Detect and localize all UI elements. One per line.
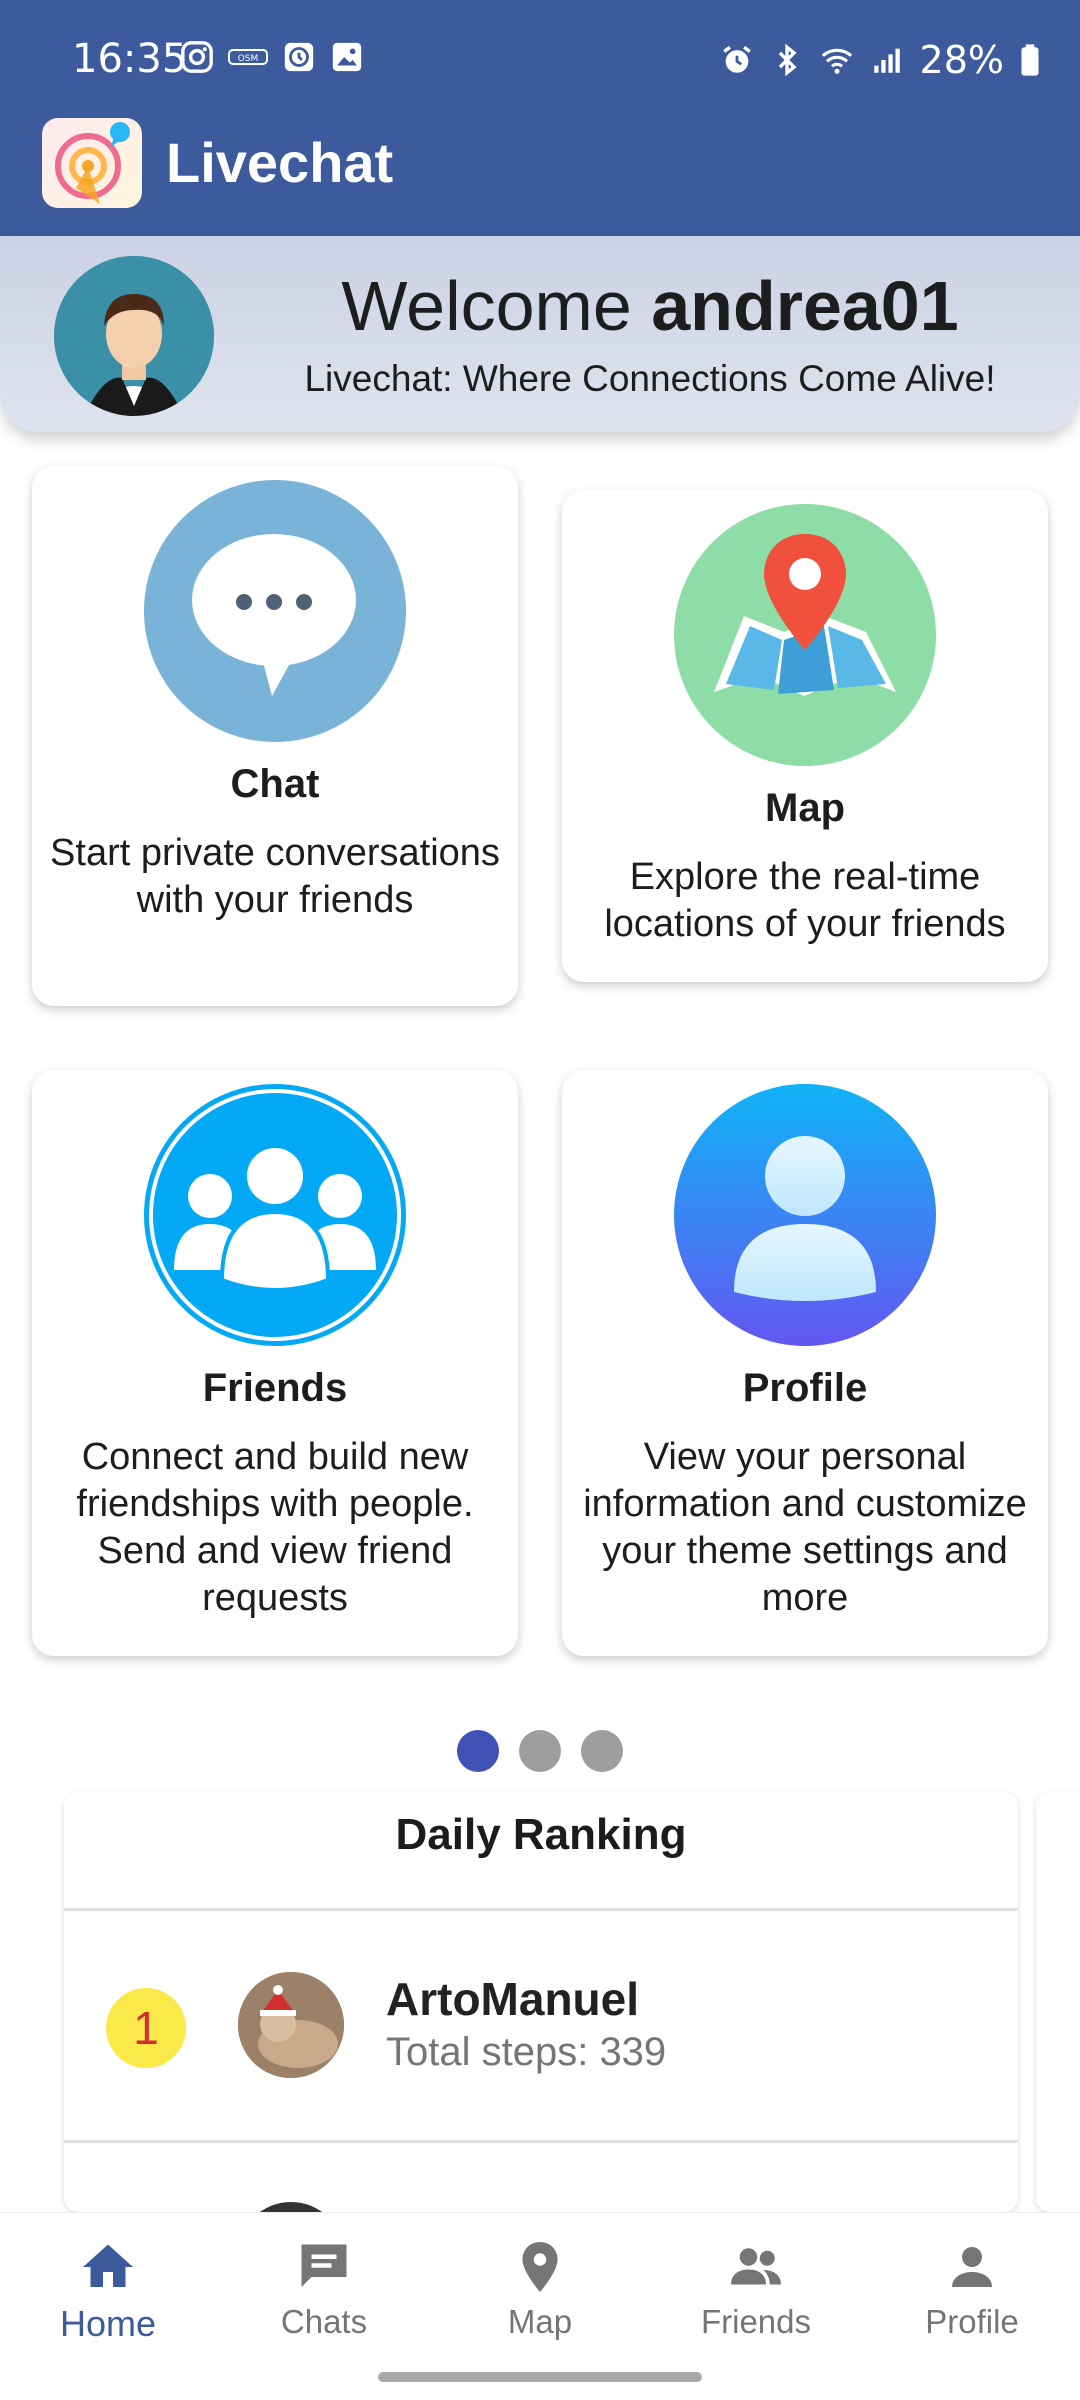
card-friends-description: Connect and build new friendships with p… [76,1436,474,1619]
map-icon [522,2242,558,2292]
map-pin-icon [674,504,936,766]
wifi-icon [821,48,852,74]
status-left-icons: OSM [180,40,364,74]
ranking-user-steps: Total steps: 339 [386,2030,667,2074]
card-map-description: Explore the real-time locations of your … [604,856,1006,945]
welcome-banner: Welcome andrea01 Livechat: Where Connect… [0,236,1080,432]
nav-map-label: Map [507,2303,573,2340]
chat-bubble-icon [144,480,406,742]
nav-home[interactable]: Home [0,2237,216,2345]
bluetooth-icon [778,43,797,77]
divider [64,2140,1018,2143]
friends-group-icon [144,1084,406,1346]
card-chat[interactable]: Chat Start private conversations with yo… [32,466,518,1006]
instagram-icon [181,41,213,73]
card-map-title: Map [765,786,845,830]
gesture-home-indicator[interactable] [378,2372,702,2382]
osm-icon: OSM [228,49,268,65]
card-chat-title: Chat [230,762,320,806]
app-bar: Livechat [0,118,1080,236]
status-time: 16:35 [72,36,188,82]
card-profile-description: View your personal information and custo… [583,1436,1027,1619]
signal-icon [873,48,900,73]
welcome-username: andrea01 [651,267,959,345]
nav-chats[interactable]: Chats [216,2237,432,2341]
card-friends[interactable]: Friends Connect and build new friendship… [32,1070,518,1656]
status-bar: 16:35 OSM 28% [0,0,1080,118]
divider [64,1908,1018,1911]
ranking-user-name: ArtoManuel [386,1973,639,2025]
chats-icon [301,2244,347,2287]
nav-profile[interactable]: Profile [864,2237,1080,2341]
rank-badge: 1 [106,1988,186,2068]
ranking-title: Daily Ranking [395,1810,687,1859]
livechat-logo-icon [42,118,142,208]
nav-friends[interactable]: Friends [648,2237,864,2341]
profile-icon [952,2247,992,2287]
nav-profile-label: Profile [925,2303,1019,2340]
carousel-dot-2[interactable] [519,1730,561,1772]
alarm-icon [722,45,751,73]
profile-person-icon [674,1084,936,1346]
ranking-user-avatar [238,2202,344,2212]
card-friends-title: Friends [202,1366,348,1410]
battery-percentage: 28% [919,38,1004,82]
welcome-tagline: Livechat: Where Connections Come Alive! [304,358,996,399]
nav-chats-label: Chats [280,2303,368,2340]
card-profile-title: Profile [742,1366,868,1410]
carousel-dot-1[interactable] [457,1730,499,1772]
card-profile[interactable]: Profile View your personal information a… [562,1070,1048,1656]
status-right-icons: 28% [720,38,1040,82]
card-chat-description: Start private conversations with your fr… [50,832,500,921]
card-map[interactable]: Map Explore the real-time locations of y… [562,490,1048,982]
svg-text:OSM: OSM [238,54,259,64]
welcome-heading: Welcome andrea01 [250,266,1050,346]
gallery-icon [332,42,362,72]
friends-icon [731,2248,781,2285]
ranking-user-avatar [238,1972,344,2078]
welcome-greeting: Welcome [341,267,632,345]
nav-home-label: Home [59,2303,157,2344]
home-icon [83,2244,133,2287]
clock-app-icon [284,42,314,72]
user-avatar[interactable] [54,256,214,416]
nav-friends-label: Friends [700,2303,812,2340]
ranking-card-next[interactable] [1036,1792,1080,2212]
battery-icon [1021,44,1039,76]
daily-ranking-card[interactable]: Daily Ranking 1 ArtoManuel Total steps: … [64,1792,1018,2212]
nav-map[interactable]: Map [432,2237,648,2341]
ranking-user-name-partial [386,2202,646,2212]
carousel-indicator [0,1730,1080,1772]
app-title: Livechat [166,131,394,194]
carousel-dot-3[interactable] [581,1730,623,1772]
